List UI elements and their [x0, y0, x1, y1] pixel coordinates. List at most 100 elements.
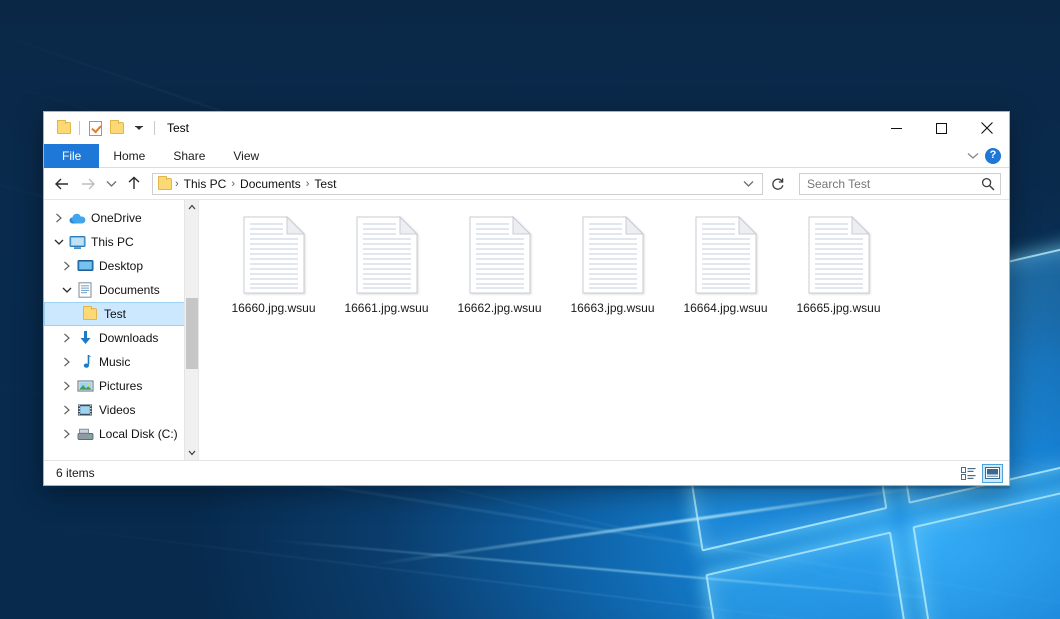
- download-icon: [76, 329, 94, 347]
- chevron-down-icon: [135, 126, 143, 130]
- scroll-down-button[interactable]: [185, 446, 199, 460]
- window-controls: [874, 112, 1009, 144]
- sidebar-item-label: Local Disk (C:): [99, 427, 178, 441]
- sidebar-item-music[interactable]: Music: [44, 350, 198, 374]
- tab-home[interactable]: Home: [99, 144, 159, 168]
- arrow-right-icon: [80, 177, 96, 191]
- chevron-down-icon[interactable]: [58, 279, 76, 301]
- breadcrumb[interactable]: › This PC › Documents › Test: [152, 173, 763, 195]
- back-button[interactable]: [50, 172, 74, 196]
- window-shadow-accent: [43, 486, 1010, 488]
- up-button[interactable]: [122, 172, 146, 196]
- folder-icon: [158, 178, 172, 190]
- drive-icon: [76, 425, 94, 443]
- ribbon-spacer: [273, 144, 967, 167]
- sidebar-item-onedrive[interactable]: OneDrive: [44, 206, 198, 230]
- breadcrumb-this-pc[interactable]: This PC: [180, 177, 231, 191]
- file-item[interactable]: 16660.jpg.wsuu: [217, 214, 330, 315]
- close-button[interactable]: [964, 112, 1009, 144]
- tab-share[interactable]: Share: [159, 144, 219, 168]
- title-bar: Test: [44, 112, 1009, 144]
- details-view-button[interactable]: [958, 464, 979, 483]
- refresh-icon: [771, 177, 785, 191]
- sidebar-item-label: Videos: [99, 403, 135, 417]
- maximize-button[interactable]: [919, 112, 964, 144]
- chevron-down-icon[interactable]: [50, 231, 68, 253]
- document-icon: [469, 216, 531, 294]
- breadcrumb-documents[interactable]: Documents: [236, 177, 305, 191]
- refresh-button[interactable]: [767, 173, 789, 195]
- qat-customize-button[interactable]: [128, 117, 150, 139]
- folder-icon: [57, 122, 71, 134]
- ribbon-actions: ?: [967, 144, 1009, 167]
- file-item[interactable]: 16663.jpg.wsuu: [556, 214, 669, 315]
- document-icon: [695, 216, 757, 294]
- window-title: Test: [167, 121, 189, 135]
- file-item[interactable]: 16665.jpg.wsuu: [782, 214, 895, 315]
- status-bar: 6 items: [44, 460, 1009, 485]
- file-list-view[interactable]: 16660.jpg.wsuu: [199, 200, 1009, 460]
- sidebar-item-label: Documents: [99, 283, 160, 297]
- scroll-up-button[interactable]: [185, 200, 199, 214]
- file-item[interactable]: 16661.jpg.wsuu: [330, 214, 443, 315]
- sidebar-item-documents[interactable]: Documents: [44, 278, 198, 302]
- item-count-label: 6 items: [56, 466, 95, 480]
- tab-file[interactable]: File: [44, 144, 99, 168]
- file-name: 16661.jpg.wsuu: [344, 301, 428, 315]
- list-view-icon: [961, 467, 976, 480]
- recent-locations-button[interactable]: [102, 172, 120, 196]
- sidebar-item-label: Music: [99, 355, 130, 369]
- search-box[interactable]: Search Test: [799, 173, 1001, 195]
- file-item[interactable]: 16662.jpg.wsuu: [443, 214, 556, 315]
- sidebar-item-desktop[interactable]: Desktop: [44, 254, 198, 278]
- logo-pane: [705, 531, 927, 619]
- breadcrumb-test[interactable]: Test: [310, 177, 340, 191]
- documents-icon: [76, 281, 94, 299]
- scrollbar-track[interactable]: [185, 214, 199, 446]
- ribbon-collapse-button[interactable]: [967, 149, 979, 163]
- chevron-right-icon[interactable]: [50, 207, 68, 229]
- search-icon: [981, 177, 995, 191]
- sidebar-item-videos[interactable]: Videos: [44, 398, 198, 422]
- window-body: OneDrive This PC: [44, 199, 1009, 460]
- chevron-right-icon[interactable]: [58, 399, 76, 421]
- minimize-button[interactable]: [874, 112, 919, 144]
- large-icons-view-button[interactable]: [982, 464, 1003, 483]
- sidebar-item-test[interactable]: Test: [44, 302, 198, 326]
- sidebar-item-label: OneDrive: [91, 211, 142, 225]
- quick-access-toolbar: [44, 117, 159, 139]
- arrow-left-icon: [54, 177, 70, 191]
- qat-folder-button[interactable]: [53, 117, 75, 139]
- qat-new-folder-button[interactable]: [106, 117, 128, 139]
- chevron-right-icon[interactable]: [58, 375, 76, 397]
- file-item[interactable]: 16664.jpg.wsuu: [669, 214, 782, 315]
- document-icon: [356, 216, 418, 294]
- forward-button[interactable]: [76, 172, 100, 196]
- cloud-icon: [68, 209, 86, 227]
- tab-view[interactable]: View: [219, 144, 273, 168]
- document-icon: [582, 216, 644, 294]
- sidebar-item-downloads[interactable]: Downloads: [44, 326, 198, 350]
- search-input[interactable]: Search Test: [807, 177, 981, 191]
- document-icon: [243, 216, 305, 294]
- address-dropdown-button[interactable]: [739, 180, 760, 188]
- qat-properties-button[interactable]: [84, 117, 106, 139]
- sidebar-item-pictures[interactable]: Pictures: [44, 374, 198, 398]
- chevron-right-icon[interactable]: [58, 351, 76, 373]
- file-name: 16660.jpg.wsuu: [231, 301, 315, 315]
- help-button[interactable]: ?: [985, 148, 1001, 164]
- ribbon-tabs: File Home Share View ?: [44, 144, 1009, 168]
- scrollbar-thumb[interactable]: [186, 298, 198, 370]
- chevron-right-icon[interactable]: [58, 327, 76, 349]
- sidebar-item-local-disk-c[interactable]: Local Disk (C:): [44, 422, 198, 446]
- sidebar-item-this-pc[interactable]: This PC: [44, 230, 198, 254]
- chevron-right-icon[interactable]: [58, 423, 76, 445]
- navigation-pane: OneDrive This PC: [44, 200, 199, 460]
- sidebar-item-label: Pictures: [99, 379, 142, 393]
- thumbnail-view-icon: [985, 467, 1000, 479]
- chevron-right-icon[interactable]: [58, 255, 76, 277]
- navigation-scrollbar[interactable]: [184, 200, 198, 460]
- view-mode-buttons: [958, 464, 1003, 483]
- maximize-icon: [936, 123, 947, 134]
- file-grid: 16660.jpg.wsuu: [217, 214, 1009, 315]
